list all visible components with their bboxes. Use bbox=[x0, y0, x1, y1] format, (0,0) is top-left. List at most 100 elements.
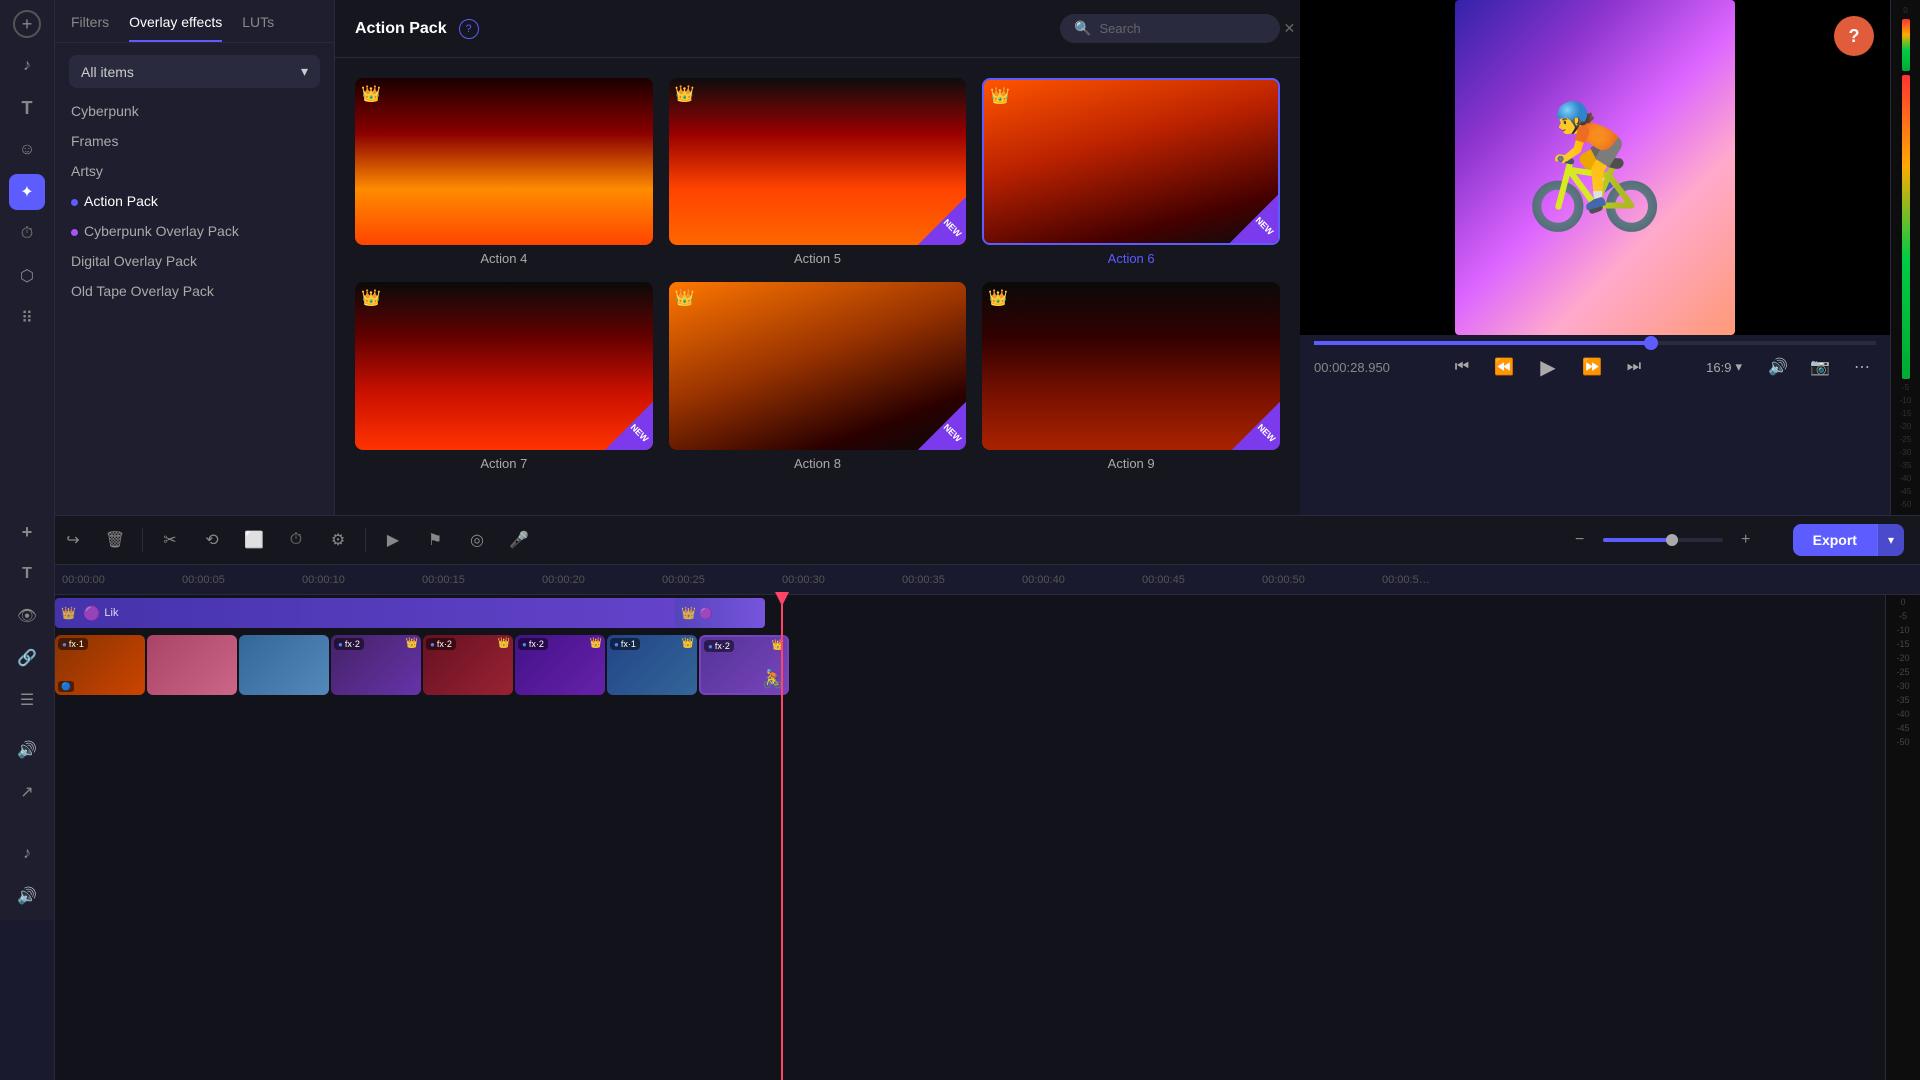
media-btn[interactable]: ▶ bbox=[378, 525, 408, 555]
clip-bmx-icon: 🚴 bbox=[762, 669, 784, 690]
flag-btn[interactable]: ⚑ bbox=[420, 525, 450, 555]
search-box: 🔍 ✕ bbox=[1060, 14, 1280, 43]
sticker-icon[interactable]: ☺ bbox=[9, 132, 45, 168]
effect-action-7[interactable]: 👑 NEW Action 7 bbox=[355, 282, 653, 470]
add-icon[interactable]: + bbox=[13, 10, 41, 38]
crop-btn[interactable]: ⟲ bbox=[197, 525, 227, 555]
timeline-eye-icon[interactable]: 👁 bbox=[9, 598, 45, 634]
clip-7[interactable]: ●fx·1 👑 bbox=[607, 635, 697, 695]
clip-4[interactable]: ●fx·2 👑 bbox=[331, 635, 421, 695]
aspect-ratio-selector[interactable]: 16:9 ▾ bbox=[1706, 359, 1742, 375]
add-track-icon[interactable]: + bbox=[9, 514, 45, 550]
clip-2[interactable] bbox=[147, 635, 237, 695]
clip-6[interactable]: ●fx·2 👑 bbox=[515, 635, 605, 695]
clip-3[interactable] bbox=[239, 635, 329, 695]
main-track: ●fx·1 🔵 ●fx·2 👑 ●fx·2 👑 bbox=[55, 631, 1885, 699]
filters-tab[interactable]: Filters bbox=[71, 14, 109, 42]
sidebar-icons: + ♪ T ☺ ✦ ⏱ ⬡ ⠿ bbox=[0, 0, 55, 515]
step-forward-btn[interactable]: ⏩ bbox=[1578, 353, 1606, 381]
effect-action-5[interactable]: 👑 NEW Action 5 bbox=[669, 78, 967, 266]
timeline-text-icon[interactable]: T bbox=[9, 556, 45, 592]
play-btn[interactable]: ▶ bbox=[1532, 351, 1564, 383]
cut-btn[interactable]: ✂ bbox=[155, 525, 185, 555]
effect-action-8[interactable]: 👑 NEW Action 8 bbox=[669, 282, 967, 470]
category-action-pack[interactable]: Action Pack bbox=[63, 186, 326, 216]
clip-5[interactable]: ●fx·2 👑 bbox=[423, 635, 513, 695]
search-clear-icon[interactable]: ✕ bbox=[1283, 20, 1295, 37]
luts-tab[interactable]: LUTs bbox=[242, 14, 274, 42]
progress-bar[interactable] bbox=[1314, 341, 1876, 345]
timer-btn[interactable]: ⏱ bbox=[281, 525, 311, 555]
step-back-btn[interactable]: ⏪ bbox=[1490, 353, 1518, 381]
aspect-ratio-label: 16:9 bbox=[1706, 360, 1731, 375]
timeline-list-icon[interactable]: ☰ bbox=[9, 682, 45, 718]
clip-1[interactable]: ●fx·1 🔵 bbox=[55, 635, 145, 695]
category-digital-overlay[interactable]: Digital Overlay Pack bbox=[63, 246, 326, 276]
preview-area: 🚴 00:00:28.950 ⏮ ⏪ ▶ ⏩ ⏭ bbox=[1300, 0, 1890, 389]
export-dropdown-btn[interactable]: ▾ bbox=[1877, 524, 1904, 556]
speed-icon[interactable]: ⏱ bbox=[9, 216, 45, 252]
help-icon-small[interactable]: ? bbox=[459, 19, 479, 39]
skip-start-btn[interactable]: ⏮ bbox=[1448, 353, 1476, 381]
effect-action-9[interactable]: 👑 NEW Action 9 bbox=[982, 282, 1280, 470]
effect-action-6[interactable]: 👑 NEW Action 6 bbox=[982, 78, 1280, 266]
category-cyberpunk-overlay[interactable]: Cyberpunk Overlay Pack bbox=[63, 216, 326, 246]
text-icon[interactable]: T bbox=[9, 90, 45, 126]
progress-thumb[interactable] bbox=[1644, 336, 1658, 350]
effects-icon[interactable]: ✦ bbox=[9, 174, 45, 210]
timeline-arrow-icon[interactable]: ↗ bbox=[9, 774, 45, 810]
clip-fx-8: ●fx·2 bbox=[704, 640, 734, 652]
zoom-out-btn[interactable]: − bbox=[1565, 525, 1595, 555]
overlay-tab[interactable]: Overlay effects bbox=[129, 14, 222, 42]
effect-action-4[interactable]: 👑 Action 4 bbox=[355, 78, 653, 266]
crown-icon-7: 👑 bbox=[361, 288, 381, 308]
all-items-dropdown[interactable]: All items ▾ bbox=[69, 55, 320, 88]
more-options-icon[interactable]: ⋯ bbox=[1848, 353, 1876, 381]
ruler-50: 00:00:50 bbox=[1260, 574, 1380, 586]
new-badge-7: NEW bbox=[605, 402, 653, 450]
adjust-btn[interactable]: ⚙ bbox=[323, 525, 353, 555]
timeline-vol2-icon[interactable]: 🔊 bbox=[9, 878, 45, 914]
skip-end-btn[interactable]: ⏭ bbox=[1620, 353, 1648, 381]
effect-label-action-6: Action 6 bbox=[1108, 251, 1155, 266]
category-frames[interactable]: Frames bbox=[63, 126, 326, 156]
timeline-link-icon[interactable]: 🔗 bbox=[9, 640, 45, 676]
effect-thumb-action-5: 👑 NEW bbox=[669, 78, 967, 245]
progress-bar-container[interactable] bbox=[1300, 335, 1890, 345]
crop2-btn[interactable]: ⬜ bbox=[239, 525, 269, 555]
content-title: Action Pack bbox=[355, 20, 447, 38]
timeline-tracks-container: 👑 🟣 Lik 👑 🟣 ●fx·1 🔵 bbox=[55, 595, 1885, 1080]
category-old-tape[interactable]: Old Tape Overlay Pack bbox=[63, 276, 326, 306]
zoom-slider[interactable] bbox=[1603, 538, 1723, 542]
mic-btn[interactable]: 🎤 bbox=[504, 525, 534, 555]
target-btn[interactable]: ◎ bbox=[462, 525, 492, 555]
effect-label-action-8: Action 8 bbox=[794, 456, 841, 471]
effect-label-action-7: Action 7 bbox=[480, 456, 527, 471]
music-icon[interactable]: ♪ bbox=[9, 48, 45, 84]
delete-btn[interactable]: 🗑 bbox=[100, 525, 130, 555]
grid-icon[interactable]: ⠿ bbox=[9, 300, 45, 336]
ruler-35: 00:00:35 bbox=[900, 574, 1020, 586]
timeline-vol-icon[interactable]: 🔊 bbox=[9, 732, 45, 768]
zoom-thumb[interactable] bbox=[1666, 534, 1678, 546]
screenshot-icon[interactable]: 📷 bbox=[1806, 353, 1834, 381]
timeline-music-icon[interactable]: ♪ bbox=[9, 836, 45, 872]
export-btn[interactable]: Export bbox=[1793, 524, 1877, 556]
category-cyberpunk[interactable]: Cyberpunk bbox=[63, 96, 326, 126]
help-circle-btn[interactable]: ? bbox=[1834, 16, 1874, 56]
clip-8[interactable]: ●fx·2 👑 🚴 bbox=[699, 635, 789, 695]
search-input[interactable] bbox=[1099, 21, 1275, 36]
overlay-clip-purple[interactable]: 👑 🟣 bbox=[675, 598, 765, 628]
vu-meter: 0 -5 -10 -15 -20 -25 -30 -35 -40 -45 -50 bbox=[1890, 0, 1920, 515]
puzzle-icon[interactable]: ⬡ bbox=[9, 258, 45, 294]
clip-crown-5: 👑 bbox=[498, 638, 510, 649]
preview-video: 🚴 bbox=[1300, 0, 1890, 335]
volume-icon[interactable]: 🔊 bbox=[1764, 353, 1792, 381]
redo-btn[interactable]: ↪ bbox=[58, 525, 88, 555]
ruler-40: 00:00:40 bbox=[1020, 574, 1140, 586]
zoom-in-btn[interactable]: + bbox=[1731, 525, 1761, 555]
ruler-5: 00:00:05 bbox=[180, 574, 300, 586]
overlay-clip-like[interactable]: 👑 🟣 Lik bbox=[55, 598, 715, 628]
effects-tabs: Filters Overlay effects LUTs bbox=[55, 0, 334, 43]
category-artsy[interactable]: Artsy bbox=[63, 156, 326, 186]
